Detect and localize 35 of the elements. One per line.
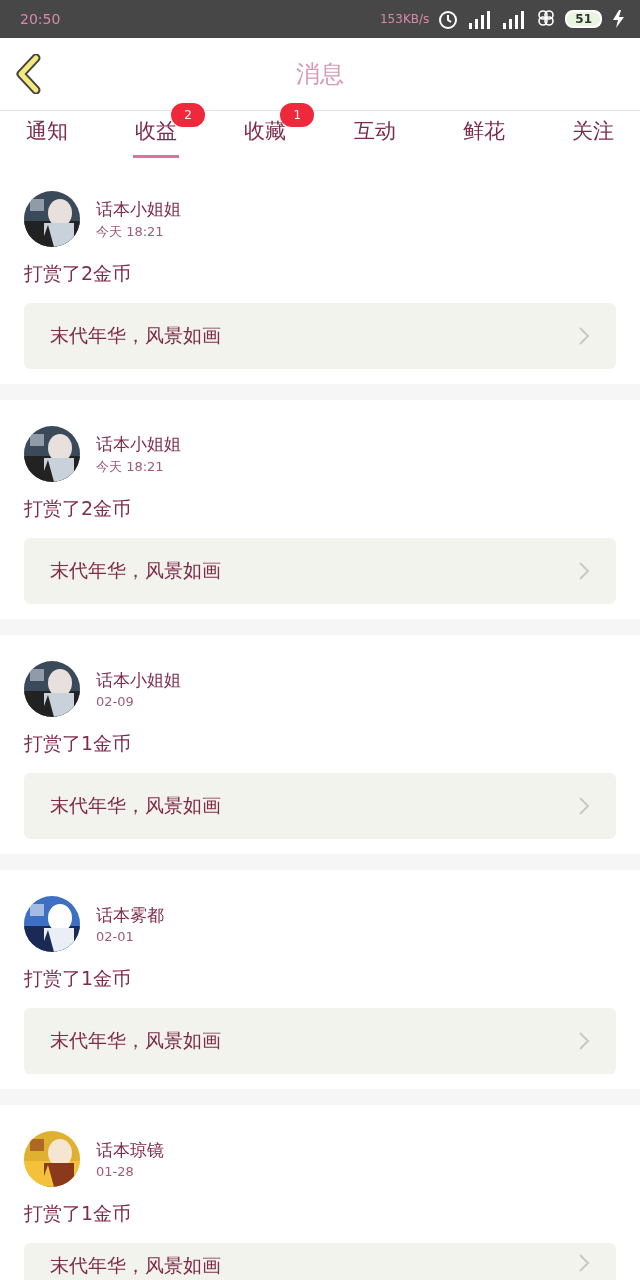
message-time: 今天 18:21 <box>96 457 165 476</box>
message-time: 02-01 <box>96 929 135 944</box>
user-name: 话本小姐姐 <box>96 669 181 692</box>
work-link[interactable]: 末代年华，风景如画 <box>24 303 616 369</box>
message-text: 打赏了1金币 <box>24 731 133 756</box>
battery-indicator: 51 <box>565 10 602 28</box>
work-link[interactable]: 末代年华，风景如画 <box>24 1243 616 1280</box>
message-text: 打赏了1金币 <box>24 1201 133 1226</box>
back-button[interactable] <box>16 54 42 94</box>
tab[interactable]: 通知 <box>24 111 70 158</box>
tab[interactable]: 关注 <box>569 111 616 158</box>
message-time: 02-09 <box>96 694 135 709</box>
page-title: 消息 <box>296 59 344 90</box>
chevron-icon <box>578 326 590 346</box>
user-name: 话本雾都 <box>96 904 164 927</box>
chevron-icon <box>578 1031 590 1051</box>
clock: 20:50 <box>20 11 61 27</box>
tab[interactable]: 互动 <box>351 111 398 158</box>
alarm-icon <box>437 8 460 30</box>
message-text: 打赏了1金币 <box>24 966 133 991</box>
work-link[interactable]: 末代年华，风景如画 <box>24 538 616 604</box>
message-time: 01-28 <box>96 1164 135 1179</box>
chevron-icon <box>578 796 590 816</box>
user-name: 话本琼镜 <box>96 1139 164 1162</box>
user-name: 话本小姐姐 <box>96 432 181 456</box>
message-text: 打赏了2金币 <box>24 261 133 286</box>
work-link[interactable]: 末代年华，风景如画 <box>24 1008 616 1074</box>
message-text: 打赏了2金币 <box>24 496 133 521</box>
message-time: 今天 18:21 <box>96 222 165 241</box>
user-name: 话本小姐姐 <box>96 197 181 221</box>
work-link[interactable]: 末代年华，风景如画 <box>24 773 616 839</box>
chevron-icon <box>578 561 590 581</box>
tab[interactable]: 鲜花 <box>460 111 507 158</box>
chevron-icon <box>578 1253 590 1273</box>
network-speed: 153KB/s <box>380 12 430 26</box>
